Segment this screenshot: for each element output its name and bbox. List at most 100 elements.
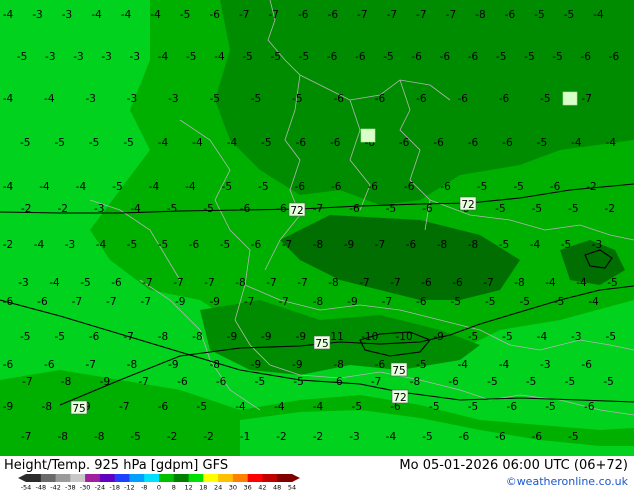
temperature-label: -4 <box>530 239 541 251</box>
scale-swatch <box>247 474 263 482</box>
temperature-label: -5 <box>130 431 140 443</box>
temperature-label: -5 <box>258 181 268 193</box>
temperature-label: -6 <box>332 376 343 388</box>
temperature-label: -8 <box>313 239 323 251</box>
temperature-label: -8 <box>328 277 338 289</box>
temperature-label: -7 <box>204 277 214 289</box>
temperature-label: -9 <box>175 296 185 308</box>
temperature-label: -6 <box>295 181 306 193</box>
temperature-label: -5 <box>167 203 177 215</box>
temperature-label: -7 <box>85 359 95 371</box>
legend-bar: Height/Temp. 925 hPa [gdpm] GFS Mo 05-01… <box>0 456 634 490</box>
map-title: Height/Temp. 925 hPa [gdpm] GFS <box>4 458 229 473</box>
scale-tick-label: -12 <box>124 484 135 490</box>
temperature-label: -2 <box>21 203 31 215</box>
temperature-label: -4 <box>606 137 617 149</box>
temperature-label: -5 <box>220 239 230 251</box>
scale-swatch <box>55 474 71 482</box>
temperature-label: -4 <box>49 277 60 289</box>
temperature-label: -5 <box>203 203 213 215</box>
temperature-label: -7 <box>390 277 400 289</box>
temperature-label: -5 <box>54 137 64 149</box>
temperature-label: -4 <box>576 277 587 289</box>
scale-swatch <box>173 474 189 482</box>
temperature-label: -7 <box>357 9 367 21</box>
temperature-label: -6 <box>216 376 227 388</box>
temperature-label: -10 <box>361 331 378 343</box>
map-canvas: -4 -3 -3 -4 -4 -4 -5 -6 -7 -7 -6 -6 -7 -7 -7 -7 -8 -6 -5 -5… <box>0 0 634 456</box>
temperature-label: -6 <box>468 137 479 149</box>
temperature-label: -5 <box>502 331 512 343</box>
temperature-label: -7 <box>123 331 133 343</box>
temperature-label: -5 <box>513 181 523 193</box>
temperature-label: -5 <box>487 376 497 388</box>
temperature-label: -5 <box>422 431 432 443</box>
temperature-label: -5 <box>606 331 616 343</box>
temperature-label: -5 <box>127 239 137 251</box>
scale-tick-label: -30 <box>80 484 91 490</box>
temperature-label: -5 <box>534 9 544 21</box>
temperature-label: -7 <box>244 296 254 308</box>
temperature-label: -4 <box>214 51 225 63</box>
scale-tick-label: -54 <box>21 484 32 490</box>
temperature-label: -6 <box>440 181 451 193</box>
height-label: 75 <box>315 338 328 350</box>
temperature-label: -9 <box>347 296 357 308</box>
temperature-label: -8 <box>192 331 202 343</box>
temperature-label: -9 <box>344 239 354 251</box>
temperature-label: -6 <box>399 137 410 149</box>
temperature-label: -4 <box>545 277 556 289</box>
temperature-label: -5 <box>261 137 271 149</box>
temperature-label: -6 <box>421 277 432 289</box>
temperature-label: -4 <box>158 137 169 149</box>
temperature-label: -5 <box>561 239 571 251</box>
temperature-label: -5 <box>158 239 168 251</box>
temperature-label: -7 <box>142 277 152 289</box>
temperature-label: -4 <box>158 51 169 63</box>
temperature-label: -4 <box>571 137 582 149</box>
scale-tick-label: 12 <box>184 484 192 490</box>
temperature-label: -8 <box>127 359 137 371</box>
temperature-label: -7 <box>359 277 369 289</box>
temperature-label: -6 <box>328 9 339 21</box>
temperature-label: -5 <box>352 401 362 413</box>
temperature-label: -6 <box>507 401 518 413</box>
temperature-label: -3 <box>571 331 581 343</box>
temperature-label: -6 <box>89 331 100 343</box>
scale-tick-label: -42 <box>50 484 61 490</box>
temperature-label: -4 <box>588 296 599 308</box>
temperature-label: -5 <box>477 181 487 193</box>
color-scale: -54 -48 -42 -38 -30 -24 -18 -12 -8 0 8 12 18 24 30 36 42… <box>18 474 300 490</box>
temperature-label: -3 <box>65 239 75 251</box>
temperature-label: -6 <box>609 51 620 63</box>
temperature-label: -2 <box>203 431 213 443</box>
temperature-label: -5 <box>299 51 309 63</box>
scale-swatch <box>232 474 249 482</box>
weather-map: -4 -3 -3 -4 -4 -4 -5 -6 -7 -7 -6 -6 -7 -7 -7 -7 -8 -6 -5 -5… <box>0 0 634 456</box>
valid-time: Mo 05-01-2026 06:00 UTC (06+72) <box>399 458 628 473</box>
temperature-label: -5 <box>568 203 578 215</box>
scale-tick-label: 24 <box>214 484 222 490</box>
temperature-label: -7 <box>446 9 456 21</box>
station-marker <box>562 91 578 106</box>
station-marker <box>360 128 376 143</box>
temperature-label: -6 <box>240 203 251 215</box>
temperature-label: -4 <box>457 359 468 371</box>
temperature-label: -6 <box>330 137 341 149</box>
temperature-label: -7 <box>387 9 397 21</box>
temperature-label: -3 <box>127 93 137 105</box>
temperature-label: -3 <box>18 277 28 289</box>
temperature-label: -9 <box>261 331 271 343</box>
credit-link[interactable]: ©weatheronline.co.uk <box>506 475 628 488</box>
temperature-label: -7 <box>416 9 426 21</box>
scale-tick-label: -8 <box>141 484 147 490</box>
scale-tick-label: -24 <box>95 484 106 490</box>
temperature-label: -3 <box>592 239 602 251</box>
temperature-label: -9 <box>168 359 178 371</box>
temperature-label: -6 <box>502 137 513 149</box>
temperature-label: -6 <box>406 239 417 251</box>
temperature-label: -8 <box>313 296 323 308</box>
scale-tick-label: 18 <box>199 484 207 490</box>
color-scale-ticks: -54 -48 -42 -38 -30 -24 -18 -12 -8 0 8 12 18 24 30 36 42… <box>21 484 296 490</box>
temperature-label: -3 <box>540 359 550 371</box>
